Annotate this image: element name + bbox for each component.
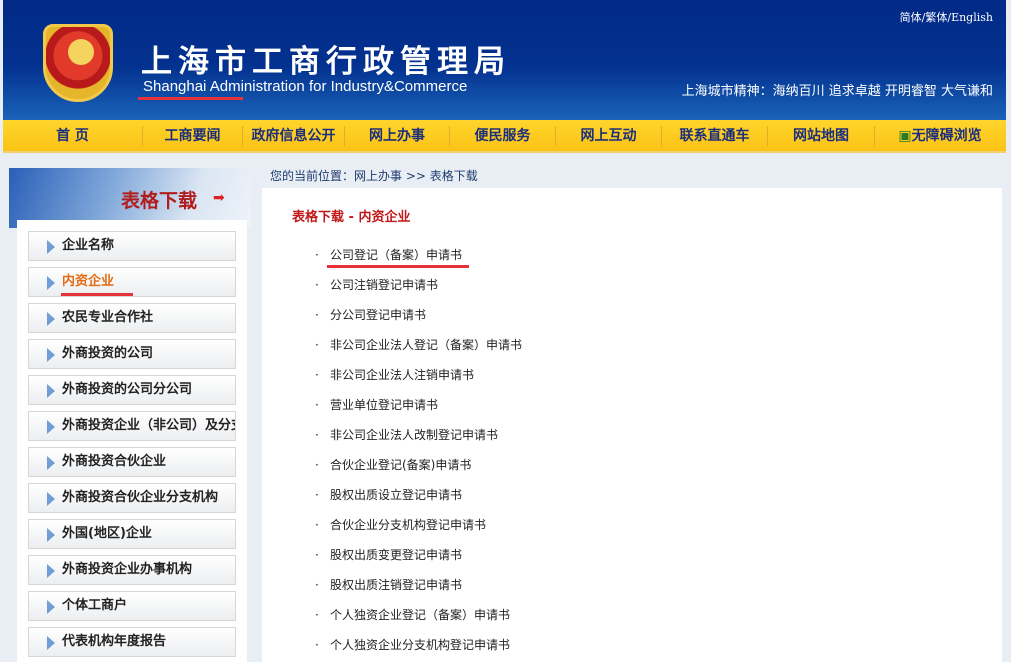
content-heading: 表格下载 - 内资企业	[292, 206, 410, 225]
triangle-icon	[47, 240, 55, 254]
nav-online-service[interactable]: 网上办事	[345, 126, 450, 146]
nav-contact[interactable]: 联系直通车	[662, 126, 768, 146]
sidebar-item[interactable]: 外商投资合伙企业	[28, 447, 236, 477]
document-link[interactable]: ·非公司企业法人注销申请书	[315, 366, 474, 383]
main-nav: 首 页 工商要闻 政府信息公开 网上办事 便民服务 网上互动 联系直通车 网站地…	[3, 120, 1006, 153]
nav-accessibility[interactable]: ▣无障碍浏览	[875, 126, 1005, 146]
sidebar-item[interactable]: 外商投资企业（非公司）及分支	[28, 411, 236, 441]
document-link[interactable]: ·公司注销登记申请书	[315, 276, 438, 293]
breadcrumb-current: 表格下载	[430, 169, 478, 183]
triangle-icon	[47, 600, 55, 614]
triangle-icon	[47, 636, 55, 650]
breadcrumb-link[interactable]: 网上办事	[354, 169, 402, 183]
triangle-icon	[47, 384, 55, 398]
accessibility-icon: ▣	[898, 128, 911, 144]
sidebar-menu: 企业名称内资企业农民专业合作社外商投资的公司外商投资的公司分公司外商投资企业（非…	[17, 220, 247, 662]
nav-sitemap[interactable]: 网站地图	[768, 126, 875, 146]
sidebar-title: 表格下载	[121, 186, 197, 213]
triangle-icon	[47, 564, 55, 578]
site-title-en: Shanghai Administration for Industry&Com…	[143, 78, 467, 95]
triangle-icon	[47, 492, 55, 506]
document-link[interactable]: ·股权出质设立登记申请书	[315, 486, 462, 503]
triangle-icon	[47, 276, 55, 290]
site-title-cn: 上海市工商行政管理局	[141, 36, 511, 81]
triangle-icon	[47, 528, 55, 542]
site-header: 上海市工商行政管理局 Shanghai Administration for I…	[3, 0, 1006, 120]
sidebar-banner: 表格下载 ➡	[9, 168, 251, 228]
document-link[interactable]: ·合伙企业登记(备案)申请书	[315, 456, 471, 473]
document-link[interactable]: ·分公司登记申请书	[315, 306, 426, 323]
sidebar-item[interactable]: 外商投资的公司分公司	[28, 375, 236, 405]
arrow-right-icon: ➡	[213, 190, 225, 206]
document-link[interactable]: ·非公司企业法人改制登记申请书	[315, 426, 498, 443]
sidebar-item[interactable]: 代表机构年度报告	[28, 627, 236, 657]
nav-convenience[interactable]: 便民服务	[450, 126, 556, 146]
annotation-underline	[327, 265, 469, 268]
nav-interaction[interactable]: 网上互动	[556, 126, 662, 146]
breadcrumb: 您的当前位置：网上办事 >> 表格下载	[270, 167, 478, 184]
nav-news[interactable]: 工商要闻	[143, 126, 243, 146]
sidebar-item[interactable]: 外商投资合伙企业分支机构	[28, 483, 236, 513]
sidebar-item[interactable]: 企业名称	[28, 231, 236, 261]
nav-gov-info[interactable]: 政府信息公开	[243, 126, 345, 146]
triangle-icon	[47, 456, 55, 470]
sidebar-item[interactable]: 外商投资的公司	[28, 339, 236, 369]
city-motto: 上海城市精神：海纳百川 追求卓越 开明睿智 大气谦和	[682, 80, 993, 99]
document-link[interactable]: ·股权出质注销登记申请书	[315, 576, 462, 593]
document-link[interactable]: ·个人独资企业分支机构登记申请书	[315, 636, 510, 653]
language-switcher[interactable]: 简体/繁体/English	[900, 9, 993, 25]
sidebar-item[interactable]: 农民专业合作社	[28, 303, 236, 333]
document-link[interactable]: ·营业单位登记申请书	[315, 396, 438, 413]
sidebar-item[interactable]: 外国(地区)企业	[28, 519, 236, 549]
document-link[interactable]: ·合伙企业分支机构登记申请书	[315, 516, 486, 533]
emblem-logo	[43, 24, 113, 102]
triangle-icon	[47, 312, 55, 326]
content-panel: 表格下载 - 内资企业 ·公司登记（备案）申请书 ·公司注销登记申请书 ·分公司登记…	[262, 188, 1002, 662]
document-link[interactable]: ·个人独资企业登记（备案）申请书	[315, 606, 510, 623]
sidebar-item[interactable]: 个体工商户	[28, 591, 236, 621]
nav-home[interactable]: 首 页	[3, 126, 143, 146]
document-link[interactable]: ·股权出质变更登记申请书	[315, 546, 462, 563]
document-link[interactable]: ·非公司企业法人登记（备案）申请书	[315, 336, 522, 353]
annotation-underline	[61, 293, 133, 296]
annotation-underline	[138, 97, 243, 100]
triangle-icon	[47, 420, 55, 434]
triangle-icon	[47, 348, 55, 362]
sidebar-item[interactable]: 外商投资企业办事机构	[28, 555, 236, 585]
document-link[interactable]: ·公司登记（备案）申请书	[315, 246, 462, 263]
